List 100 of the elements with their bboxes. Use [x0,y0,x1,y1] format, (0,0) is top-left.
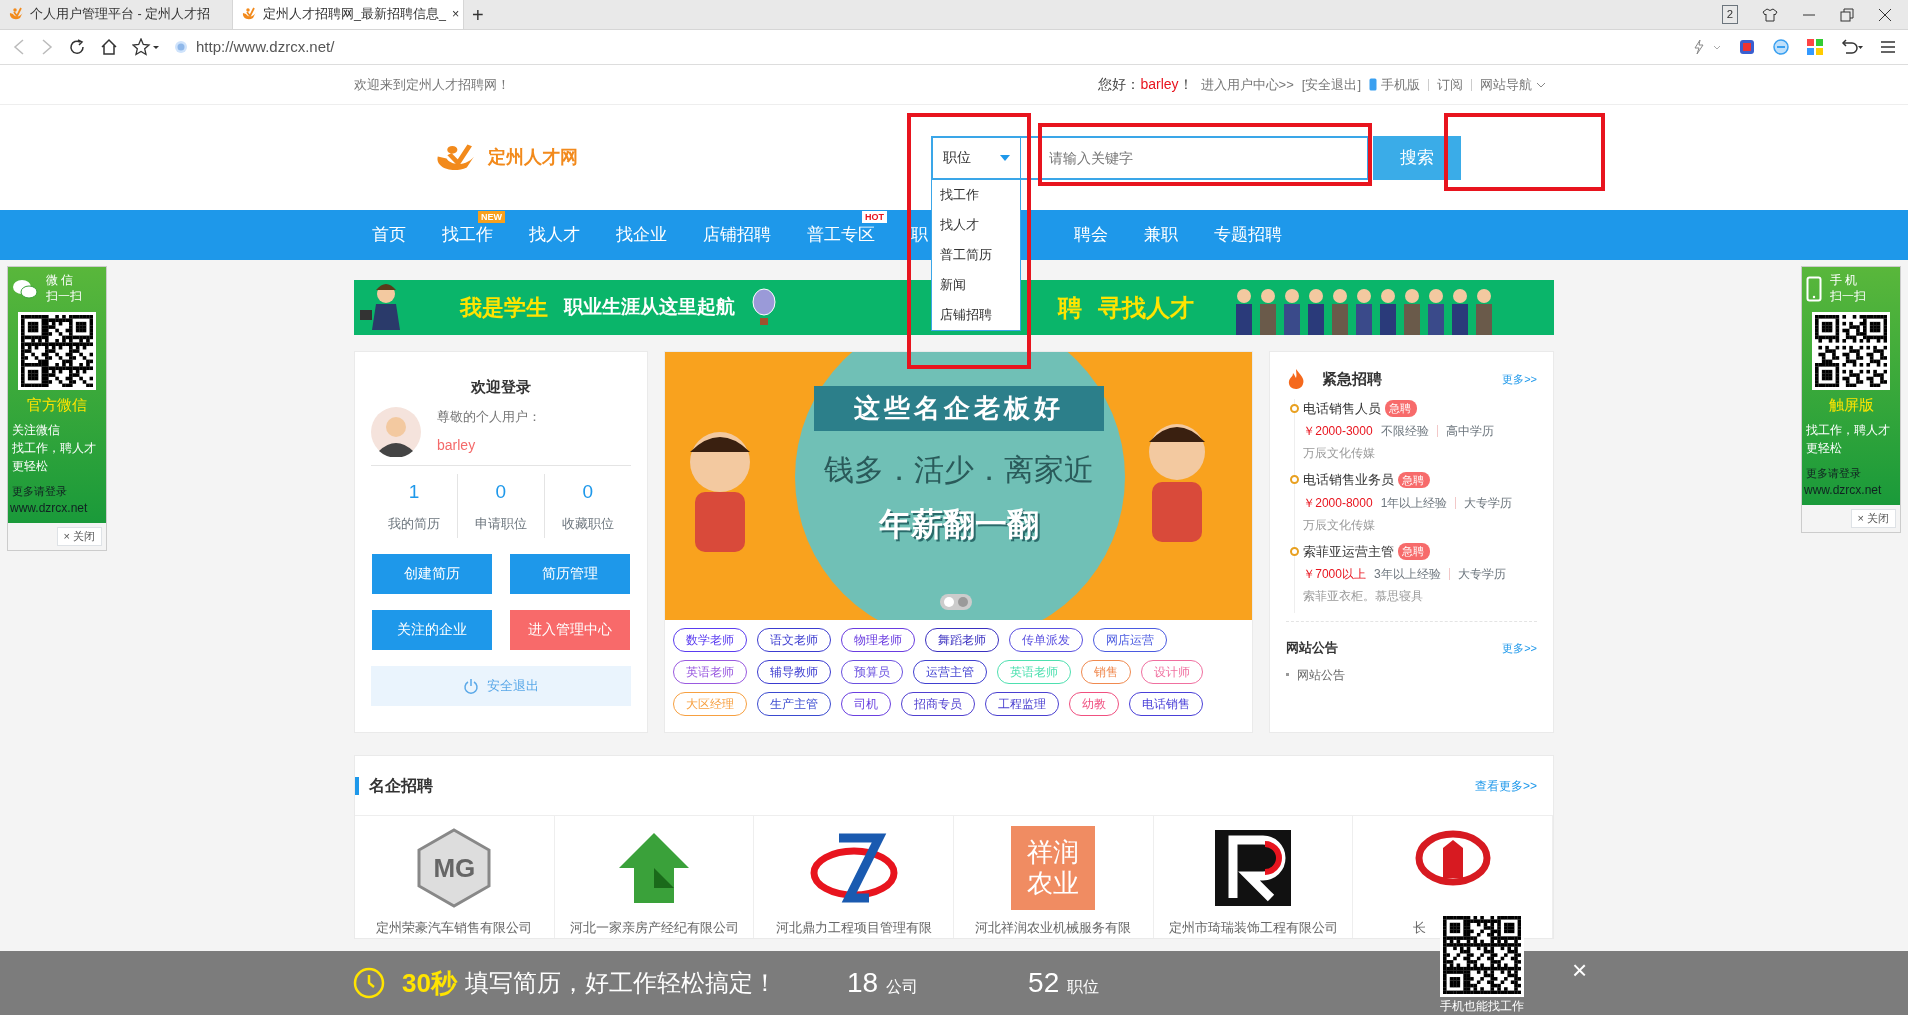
company-text[interactable]: 万辰文化传媒 [1303,444,1537,462]
job-tag[interactable]: 生产主管 [756,692,831,716]
stat-value[interactable]: 0 [582,477,594,506]
nav-link[interactable]: 找人才 [511,223,598,247]
nav-link[interactable]: 找企业 [598,223,685,247]
nav-link[interactable]: 找工作 [424,223,511,247]
company-text[interactable]: 索菲亚衣柜。慕思寝具 [1303,587,1537,605]
count-value: 18 [846,966,879,1000]
grid-icon[interactable] [1806,38,1824,56]
user-center-link[interactable]: 进入用户中心>> [1200,74,1294,95]
action-button[interactable]: 创建简历 [371,553,492,594]
job-tag[interactable]: 传单派发 [1008,628,1083,652]
job-tag[interactable]: 预算员 [840,660,903,684]
site-url-text: www.dzrcx.net [10,500,89,518]
dropdown-option[interactable]: 找工作 [932,179,1020,210]
close-button[interactable]: × [1572,957,1588,983]
job-tag[interactable]: 招商专员 [900,692,975,716]
job-tag[interactable]: 运营主管 [912,660,987,684]
panel-text: 找工作，聘人才更轻松 [12,439,97,475]
more-link[interactable]: 更多>> [1502,371,1537,388]
logout-link[interactable]: [安全退出] [1301,74,1361,95]
menu-icon[interactable] [1880,39,1896,55]
company-name[interactable]: 定州荣豪汽车销售有限公司 [376,918,533,938]
job-tag[interactable]: 舞蹈老师 [924,628,999,652]
mobile-link[interactable]: 手机版 [1381,74,1420,95]
keyword-field[interactable]: 请输入关键字 [1021,135,1369,180]
dropdown-option[interactable]: 普工简历 [932,239,1020,270]
action-button[interactable]: 关注的企业 [371,609,492,650]
nav-link[interactable]: 兼职 [1126,223,1196,247]
tab-count[interactable]: 2 [1721,4,1738,25]
company-name[interactable]: 河北祥润农业机械服务有限 [975,918,1132,938]
nav-link[interactable]: 专题招聘 [1196,223,1300,247]
company-name[interactable]: 定州市琦瑞装饰工程有限公司 [1168,918,1338,938]
education-text: 大专学历 [1457,566,1506,583]
category-select[interactable]: 职位 [931,135,1021,180]
job-tag[interactable]: 网店运营 [1092,628,1167,652]
job-tag[interactable]: 电话销售 [1128,692,1203,716]
dropdown-option[interactable]: 找人才 [932,209,1020,240]
close-tab-button[interactable]: × [451,4,460,24]
close-button[interactable]: × 关闭 [56,527,102,546]
close-icon[interactable] [1878,7,1892,22]
star-icon[interactable] [132,38,160,56]
education-text: 高中学历 [1445,423,1494,440]
nav-link[interactable]: 普工专区 [789,223,893,247]
nav-link[interactable]: 首页 [354,223,424,247]
panel-title: 手 机 [1830,273,1859,289]
browser-tab[interactable]: 个人用户管理平台 - 定州人才招 [0,0,232,29]
job-tag[interactable]: 语文老师 [756,628,831,652]
nav-badge: HOT [862,211,887,223]
panel-caption: 触屏版 [1827,395,1875,416]
more-link[interactable]: 查看更多>> [1475,776,1537,795]
dropdown-option[interactable]: 店铺招聘 [932,299,1020,330]
company-text[interactable]: 万辰文化传媒 [1303,515,1537,534]
subscribe-link[interactable]: 订阅 [1437,74,1463,95]
home-icon[interactable] [100,38,118,56]
banner-headline: 我是学生 [460,294,548,322]
nav-link[interactable]: 店铺招聘 [685,223,789,247]
job-tag[interactable]: 辅导教师 [756,660,831,684]
panel-text: 更多请登录 [12,483,68,499]
panel-title: 扫一扫 [46,288,82,305]
job-tag[interactable]: 数学老师 [672,628,747,652]
new-tab-button[interactable]: + [464,0,492,30]
job-title[interactable]: 索菲亚运营主管 [1303,541,1395,561]
experience-text: 3年以上经验 [1373,566,1441,583]
more-link[interactable]: 更多>> [1502,639,1537,656]
stat-value[interactable]: 1 [408,477,420,506]
salutation-text: 尊敬的个人用户： [437,408,541,427]
stat-value[interactable]: 0 [495,477,507,506]
job-title[interactable]: 电话销售人员 [1303,398,1382,418]
browser-tab[interactable]: 定州人才招聘网_最新招聘信息_ × [232,0,464,29]
carousel-dot[interactable] [957,597,968,607]
notice-link[interactable]: 网站公告 [1297,665,1346,684]
restore-icon[interactable] [1840,7,1854,22]
job-title[interactable]: 电话销售业务员 [1303,470,1395,490]
chat-icon [12,277,38,300]
shirt-icon[interactable] [1762,6,1778,23]
lightning-icon[interactable] [1692,39,1722,55]
nav-link[interactable]: 聘会 [1056,223,1126,247]
stat-label: 收藏职位 [561,515,614,533]
banner-text: 聘 [1058,292,1082,323]
close-button[interactable]: × 关闭 [1850,509,1896,528]
experience-text: 不限经验 [1380,423,1429,440]
action-button[interactable]: 简历管理 [509,553,630,594]
carousel-dot[interactable] [943,597,954,607]
job-tag[interactable]: 物理老师 [840,628,915,652]
company-name[interactable]: 河北鼎力工程项目管理有限 [775,918,932,938]
job-tag[interactable]: 司机 [840,692,891,716]
company-name[interactable]: 河北一家亲房产经纪有限公司 [569,918,739,938]
clock-icon [352,966,386,1000]
reload-icon[interactable] [68,38,86,56]
job-tag[interactable]: 工程监理 [984,692,1059,716]
job-tag[interactable]: 幼教 [1068,692,1119,716]
undo-icon[interactable] [1840,38,1864,56]
minus-circle-icon[interactable] [1772,38,1790,56]
cube-icon[interactable] [1738,38,1756,56]
dropdown-option[interactable]: 新闻 [932,269,1020,300]
address-field[interactable]: http://www.dzrcx.net/ [196,35,335,59]
job-tag[interactable]: 英语老师 [672,660,747,684]
site-nav-link[interactable]: 网站导航 [1480,74,1532,95]
company-name[interactable]: 长 [1413,918,1427,938]
